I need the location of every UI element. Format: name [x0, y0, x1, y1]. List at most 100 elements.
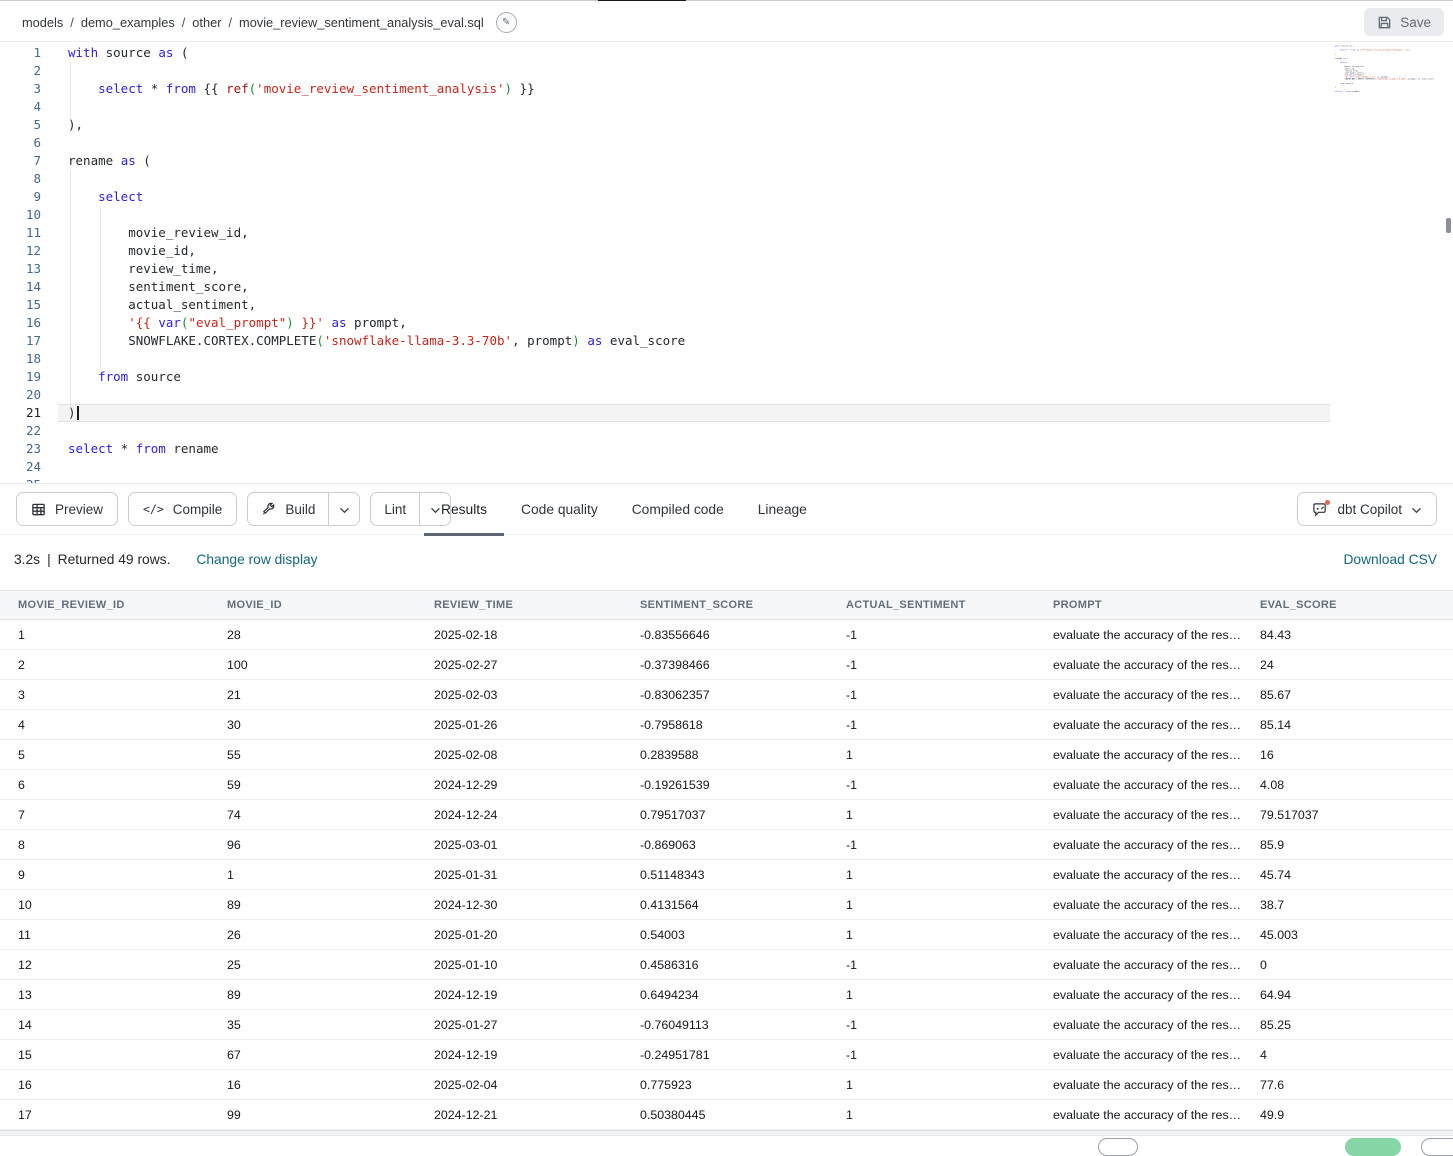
code-line-21[interactable]: 21): [0, 404, 1453, 422]
lint-button[interactable]: Lint: [371, 493, 419, 525]
table-cell: 0.4586316: [622, 958, 828, 972]
line-number: 11: [0, 224, 41, 242]
line-number: 7: [0, 152, 41, 170]
table-cell: 12: [0, 958, 209, 972]
partial-button-green[interactable]: [1345, 1138, 1401, 1156]
change-row-display-link[interactable]: Change row display: [196, 552, 317, 567]
file-modified-icon: ✎: [496, 12, 517, 33]
table-cell: 79.517037: [1242, 808, 1453, 822]
code-line-1[interactable]: 1with source as (: [0, 44, 1453, 62]
compile-button[interactable]: </> Compile: [128, 492, 237, 526]
code-text: movie_review_id,: [68, 224, 1453, 242]
code-line-10[interactable]: 10: [0, 206, 1453, 224]
line-number: 23: [0, 440, 41, 458]
build-dropdown-button[interactable]: [328, 493, 359, 525]
table-cell: 2025-01-27: [416, 1018, 622, 1032]
code-line-7[interactable]: 7rename as (: [0, 152, 1453, 170]
table-cell: 1: [828, 928, 1035, 942]
sql-code-editor[interactable]: 1with source as (23 select * from {{ ref…: [0, 42, 1453, 483]
table-row: 6592024-12-29-0.19261539-1evaluate the a…: [0, 770, 1453, 800]
dbt-copilot-button[interactable]: dbt Copilot: [1297, 492, 1437, 526]
prompt-text: evaluate the accuracy of the res…: [1053, 868, 1241, 882]
query-status-bar: 3.2s | Returned 49 rows. Change row disp…: [0, 536, 1453, 590]
tab-compiled-code[interactable]: Compiled code: [615, 484, 741, 536]
code-line-4[interactable]: 4: [0, 98, 1453, 116]
prompt-cell: evaluate the accuracy of the res…: [1035, 1048, 1242, 1062]
table-cell: 14: [0, 1018, 209, 1032]
partial-button-outline-right[interactable]: [1421, 1138, 1453, 1156]
prompt-text: evaluate the accuracy of the res…: [1053, 808, 1241, 822]
table-cell: 64.94: [1242, 988, 1453, 1002]
breadcrumb-segment[interactable]: models: [22, 15, 63, 30]
tab-lineage[interactable]: Lineage: [741, 484, 824, 536]
code-line-8[interactable]: 8: [0, 170, 1453, 188]
column-header-review_time: REVIEW_TIME: [416, 599, 622, 611]
table-cell: 2025-02-04: [416, 1078, 622, 1092]
code-line-19[interactable]: 19 from source: [0, 368, 1453, 386]
code-line-3[interactable]: 3 select * from {{ ref('movie_review_sen…: [0, 80, 1453, 98]
chevron-down-icon: [339, 502, 350, 517]
table-cell: -1: [828, 1018, 1035, 1032]
table-cell: 74: [209, 808, 416, 822]
code-text: from source: [68, 368, 1453, 386]
code-line-2[interactable]: 2: [0, 62, 1453, 80]
code-line-20[interactable]: 20: [0, 386, 1453, 404]
preview-label: Preview: [55, 502, 103, 517]
text-cursor: [77, 406, 79, 420]
table-cell: -1: [828, 688, 1035, 702]
breadcrumb-segment[interactable]: demo_examples: [81, 15, 175, 30]
table-row: 15672024-12-19-0.24951781-1evaluate the …: [0, 1040, 1453, 1070]
table-row: 17992024-12-210.503804451evaluate the ac…: [0, 1100, 1453, 1130]
table-cell: -0.24951781: [622, 1048, 828, 1062]
table-cell: 0.51148343: [622, 868, 828, 882]
code-line-9[interactable]: 9 select: [0, 188, 1453, 206]
preview-button[interactable]: Preview: [16, 492, 118, 526]
breadcrumb-separator: /: [225, 15, 235, 30]
table-row: 13892024-12-190.64942341evaluate the acc…: [0, 980, 1453, 1010]
code-line-25[interactable]: 25: [0, 476, 1453, 483]
code-line-23[interactable]: 23select * from rename: [0, 440, 1453, 458]
table-cell: 4.08: [1242, 778, 1453, 792]
tab-code-quality[interactable]: Code quality: [504, 484, 615, 536]
code-text: SNOWFLAKE.CORTEX.COMPLETE('snowflake-lla…: [68, 332, 1453, 350]
table-row: 16162025-02-040.7759231evaluate the accu…: [0, 1070, 1453, 1100]
table-cell: 38.7: [1242, 898, 1453, 912]
table-cell: 49.9: [1242, 1108, 1453, 1122]
line-number: 5: [0, 116, 41, 134]
table-cell: -0.37398466: [622, 658, 828, 672]
code-line-6[interactable]: 6: [0, 134, 1453, 152]
download-csv-link[interactable]: Download CSV: [1343, 552, 1437, 567]
code-line-15[interactable]: 15 actual_sentiment,: [0, 296, 1453, 314]
save-button[interactable]: Save: [1364, 8, 1444, 36]
table-cell: 7: [0, 808, 209, 822]
breadcrumb[interactable]: models/demo_examples/other/movie_review_…: [22, 12, 517, 33]
prompt-text: evaluate the accuracy of the res…: [1053, 1048, 1241, 1062]
code-line-24[interactable]: 24: [0, 458, 1453, 476]
table-cell: 2024-12-19: [416, 988, 622, 1002]
preview-table-icon: [31, 502, 46, 517]
code-line-14[interactable]: 14 sentiment_score,: [0, 278, 1453, 296]
breadcrumb-segment[interactable]: other: [192, 15, 221, 30]
horizontal-scrollbar-track[interactable]: [0, 1130, 1453, 1136]
code-line-13[interactable]: 13 review_time,: [0, 260, 1453, 278]
build-button[interactable]: Build: [248, 493, 328, 525]
table-cell: 85.14: [1242, 718, 1453, 732]
table-row: 912025-01-310.511483431evaluate the accu…: [0, 860, 1453, 890]
table-cell: 89: [209, 898, 416, 912]
tab-results[interactable]: Results: [424, 484, 504, 536]
table-cell: 1: [0, 628, 209, 642]
code-line-18[interactable]: 18: [0, 350, 1453, 368]
lint-label: Lint: [384, 502, 406, 517]
partial-button-outline[interactable]: [1098, 1138, 1138, 1156]
table-cell: -1: [828, 1048, 1035, 1062]
code-line-17[interactable]: 17 SNOWFLAKE.CORTEX.COMPLETE('snowflake-…: [0, 332, 1453, 350]
code-line-5[interactable]: 5),: [0, 116, 1453, 134]
table-cell: 2024-12-21: [416, 1108, 622, 1122]
table-cell: 2025-03-01: [416, 838, 622, 852]
code-line-22[interactable]: 22: [0, 422, 1453, 440]
code-line-12[interactable]: 12 movie_id,: [0, 242, 1453, 260]
code-line-11[interactable]: 11 movie_review_id,: [0, 224, 1453, 242]
breadcrumb-segment[interactable]: movie_review_sentiment_analysis_eval.sql: [239, 15, 484, 30]
code-line-16[interactable]: 16 '{{ var("eval_prompt") }}' as prompt,: [0, 314, 1453, 332]
table-row: 11262025-01-200.540031evaluate the accur…: [0, 920, 1453, 950]
